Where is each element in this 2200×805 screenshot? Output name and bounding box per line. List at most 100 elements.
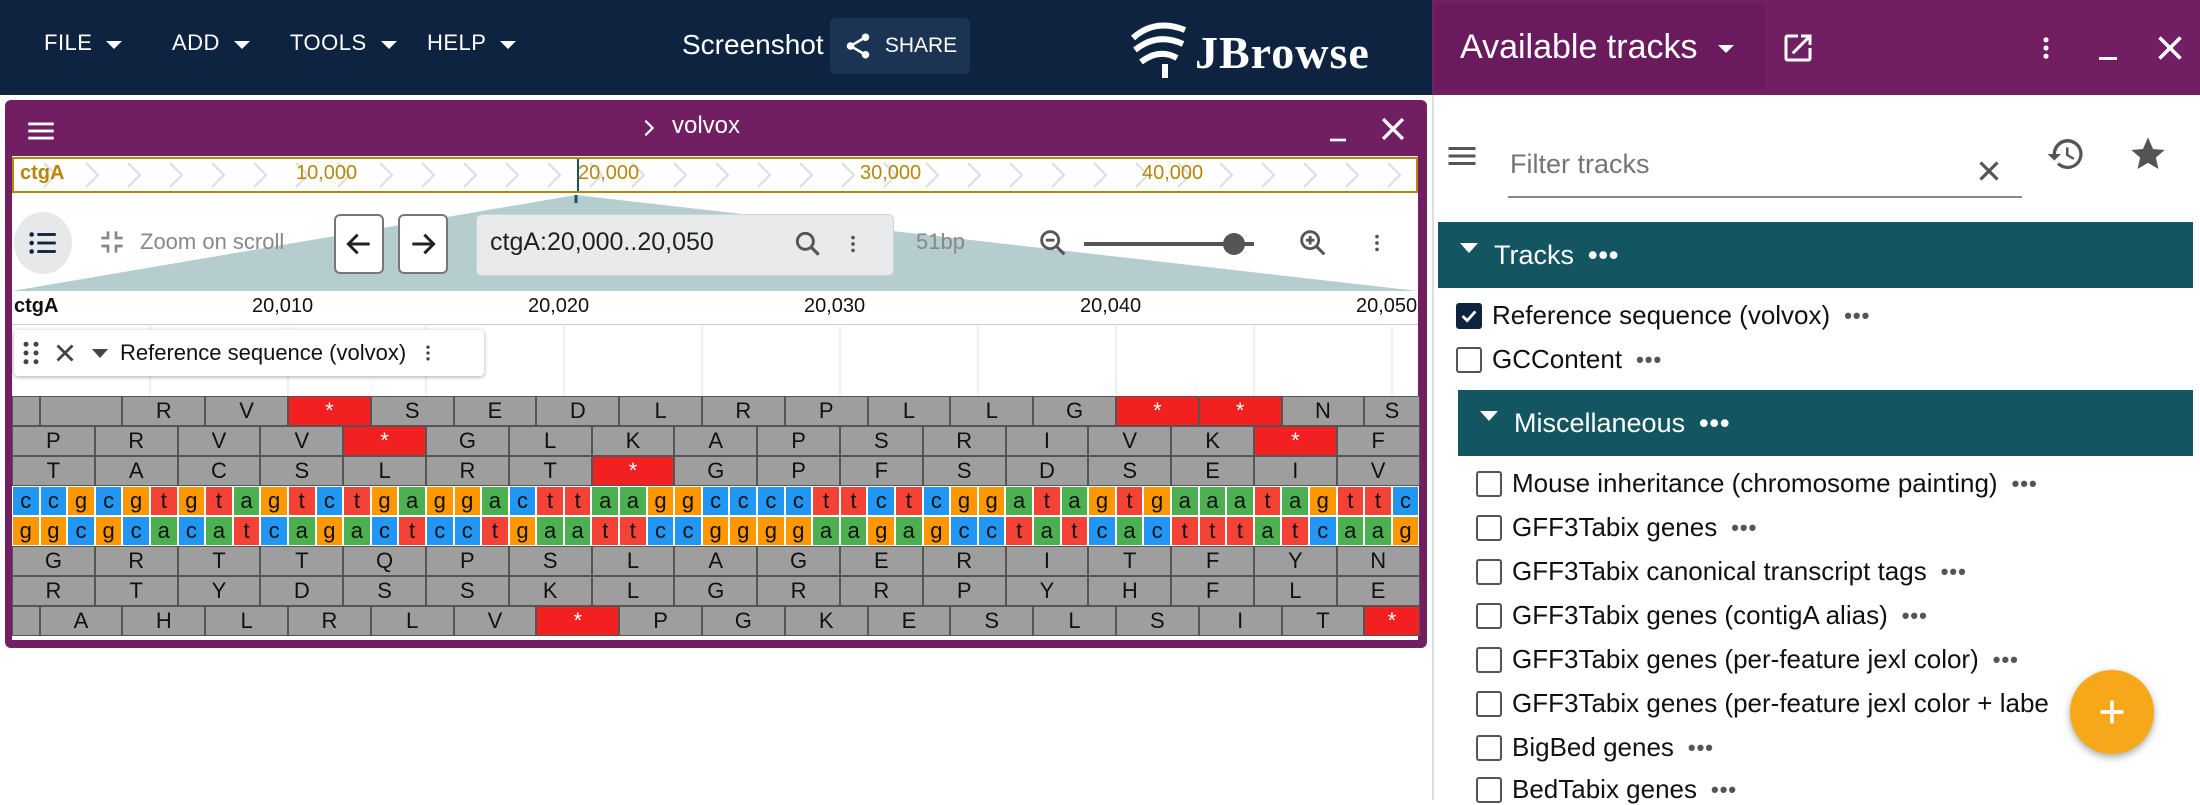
drag-handle-icon[interactable] xyxy=(20,338,42,368)
history-icon[interactable] xyxy=(2046,134,2086,174)
checkbox-checked[interactable] xyxy=(1456,302,1482,329)
view-menu-icon[interactable] xyxy=(24,114,58,148)
menu-tools[interactable]: TOOLS xyxy=(290,30,397,56)
more-vert-icon[interactable] xyxy=(418,338,438,368)
base-a: a xyxy=(1336,516,1365,546)
track-item-gccontent[interactable]: GCContent ••• xyxy=(1456,344,1662,375)
checkbox[interactable] xyxy=(1476,776,1502,803)
codon-cell: R xyxy=(425,456,509,486)
close-icon[interactable] xyxy=(1376,112,1410,146)
overview-chevron xyxy=(1261,162,1276,188)
base-g: g xyxy=(12,516,40,546)
zoom-slider-thumb[interactable] xyxy=(1222,233,1245,255)
more-horiz-icon[interactable]: ••• xyxy=(1941,559,1967,585)
more-horiz-icon[interactable]: ••• xyxy=(1588,240,1619,271)
location-input[interactable]: ctgA:20,000..20,050 xyxy=(490,228,714,257)
track-item-reference-sequence[interactable]: Reference sequence (volvox) ••• xyxy=(1456,300,1870,331)
more-horiz-icon[interactable]: ••• xyxy=(1902,603,1928,629)
track-selector-button[interactable] xyxy=(14,212,72,274)
track-item[interactable]: GFF3Tabix canonical transcript tags ••• xyxy=(1476,556,1967,587)
track-item[interactable]: GFF3Tabix genes (contigA alias) ••• xyxy=(1476,600,1928,631)
scale-bar[interactable]: ctgA 20,010 20,020 20,030 20,040 20,050 xyxy=(12,292,1418,325)
session-title[interactable]: Screenshot xyxy=(682,29,824,61)
checkbox[interactable] xyxy=(1476,734,1502,761)
checkbox[interactable] xyxy=(1476,558,1502,585)
codon-cell: I xyxy=(1253,456,1337,486)
codon-cell: T xyxy=(1281,606,1365,636)
menu-help[interactable]: HELP xyxy=(427,30,517,56)
more-vert-icon[interactable] xyxy=(842,228,864,260)
menu-add-label: ADD xyxy=(172,30,220,55)
base-g: g xyxy=(701,516,730,546)
codon-cell: L xyxy=(950,396,1034,426)
more-horiz-icon[interactable]: ••• xyxy=(1711,777,1737,803)
codon-cell: L xyxy=(591,546,675,576)
more-horiz-icon[interactable]: ••• xyxy=(1731,515,1757,541)
tracks-section-header[interactable]: Tracks ••• xyxy=(1438,222,2193,288)
track-item[interactable]: GFF3Tabix genes (per-feature jexl color … xyxy=(1476,688,2049,719)
more-horiz-icon[interactable]: ••• xyxy=(1993,647,2019,673)
filter-field[interactable] xyxy=(1508,148,2022,198)
track-item[interactable]: Mouse inheritance (chromosome painting) •… xyxy=(1476,468,2038,499)
more-vert-icon[interactable] xyxy=(2032,30,2060,66)
misc-section-label: Miscellaneous xyxy=(1514,407,1686,438)
overview-tick-label: 30,000 xyxy=(860,162,922,184)
more-vert-icon[interactable] xyxy=(1366,226,1388,260)
base-g: g xyxy=(67,486,95,516)
search-icon[interactable] xyxy=(792,228,824,260)
track-item[interactable]: BigBed genes ••• xyxy=(1476,732,1714,763)
codon-cell: R xyxy=(94,546,178,576)
track-item[interactable]: GFF3Tabix genes (per-feature jexl color)… xyxy=(1476,644,2019,675)
chevron-down-icon[interactable] xyxy=(92,348,108,358)
popout-icon[interactable] xyxy=(1780,30,1816,66)
more-horiz-icon[interactable]: ••• xyxy=(2012,471,2038,497)
chevron-right-icon[interactable] xyxy=(638,114,660,142)
track-item[interactable]: GFF3Tabix genes ••• xyxy=(1476,512,1757,543)
zoom-on-scroll-toggle[interactable]: Zoom on scroll xyxy=(96,226,284,258)
menu-file[interactable]: FILE xyxy=(44,30,123,56)
zoom-in-icon[interactable] xyxy=(1296,226,1330,260)
menu-add[interactable]: ADD xyxy=(172,30,250,56)
base-g: g xyxy=(1143,486,1171,516)
star-icon[interactable] xyxy=(2128,134,2168,174)
checkbox[interactable] xyxy=(1476,602,1502,629)
more-horiz-icon[interactable]: ••• xyxy=(1688,735,1714,761)
base-c: c xyxy=(1143,516,1171,546)
codon-cell: R xyxy=(287,606,371,636)
checkbox[interactable] xyxy=(1476,690,1502,717)
zoom-out-icon[interactable] xyxy=(1036,226,1070,260)
stop-codon-cell: * xyxy=(1115,396,1199,426)
codon-cell: V xyxy=(1336,456,1420,486)
overview-bar[interactable]: ctgA 10,000 20,000 30,000 40,000 xyxy=(12,157,1418,193)
base-t: t xyxy=(232,516,261,546)
more-horiz-icon[interactable]: ••• xyxy=(1636,347,1662,373)
sequence-track[interactable]: R V * S E D L R P L L G * * N S P R V V * G L K A P S R I V K * F T A C S L R T… xyxy=(12,396,1420,636)
close-icon[interactable] xyxy=(50,338,80,368)
checkbox[interactable] xyxy=(1476,646,1502,673)
clear-icon[interactable] xyxy=(1972,154,2006,188)
close-icon[interactable] xyxy=(2152,30,2188,66)
base-g: g xyxy=(453,486,482,516)
pan-right-button[interactable] xyxy=(398,214,448,274)
drawer-widget-select[interactable]: Available tracks xyxy=(1434,4,1766,90)
codon-cell xyxy=(39,396,123,426)
minimize-icon[interactable] xyxy=(2090,30,2126,66)
pan-left-button[interactable] xyxy=(334,214,384,274)
track-label: GFF3Tabix genes (per-feature jexl color … xyxy=(1512,688,2049,718)
base-a: a xyxy=(1226,486,1254,516)
share-button[interactable]: SHARE xyxy=(830,18,970,74)
checkbox[interactable] xyxy=(1456,346,1482,373)
view-title[interactable]: volvox xyxy=(672,112,740,140)
hamburger-icon[interactable] xyxy=(1444,138,1480,174)
checkbox[interactable] xyxy=(1476,514,1502,541)
checkbox[interactable] xyxy=(1476,470,1502,497)
filter-input[interactable] xyxy=(1508,148,1952,181)
add-track-button[interactable] xyxy=(2070,670,2154,754)
minimize-icon[interactable] xyxy=(1322,116,1354,148)
base-a: a xyxy=(1005,486,1033,516)
more-horiz-icon[interactable]: ••• xyxy=(1699,408,1730,439)
track-item[interactable]: BedTabix genes ••• xyxy=(1476,774,1737,805)
stop-codon-cell: * xyxy=(287,396,371,426)
more-horiz-icon[interactable]: ••• xyxy=(1844,303,1870,329)
misc-section-header[interactable]: Miscellaneous ••• xyxy=(1458,390,2193,456)
